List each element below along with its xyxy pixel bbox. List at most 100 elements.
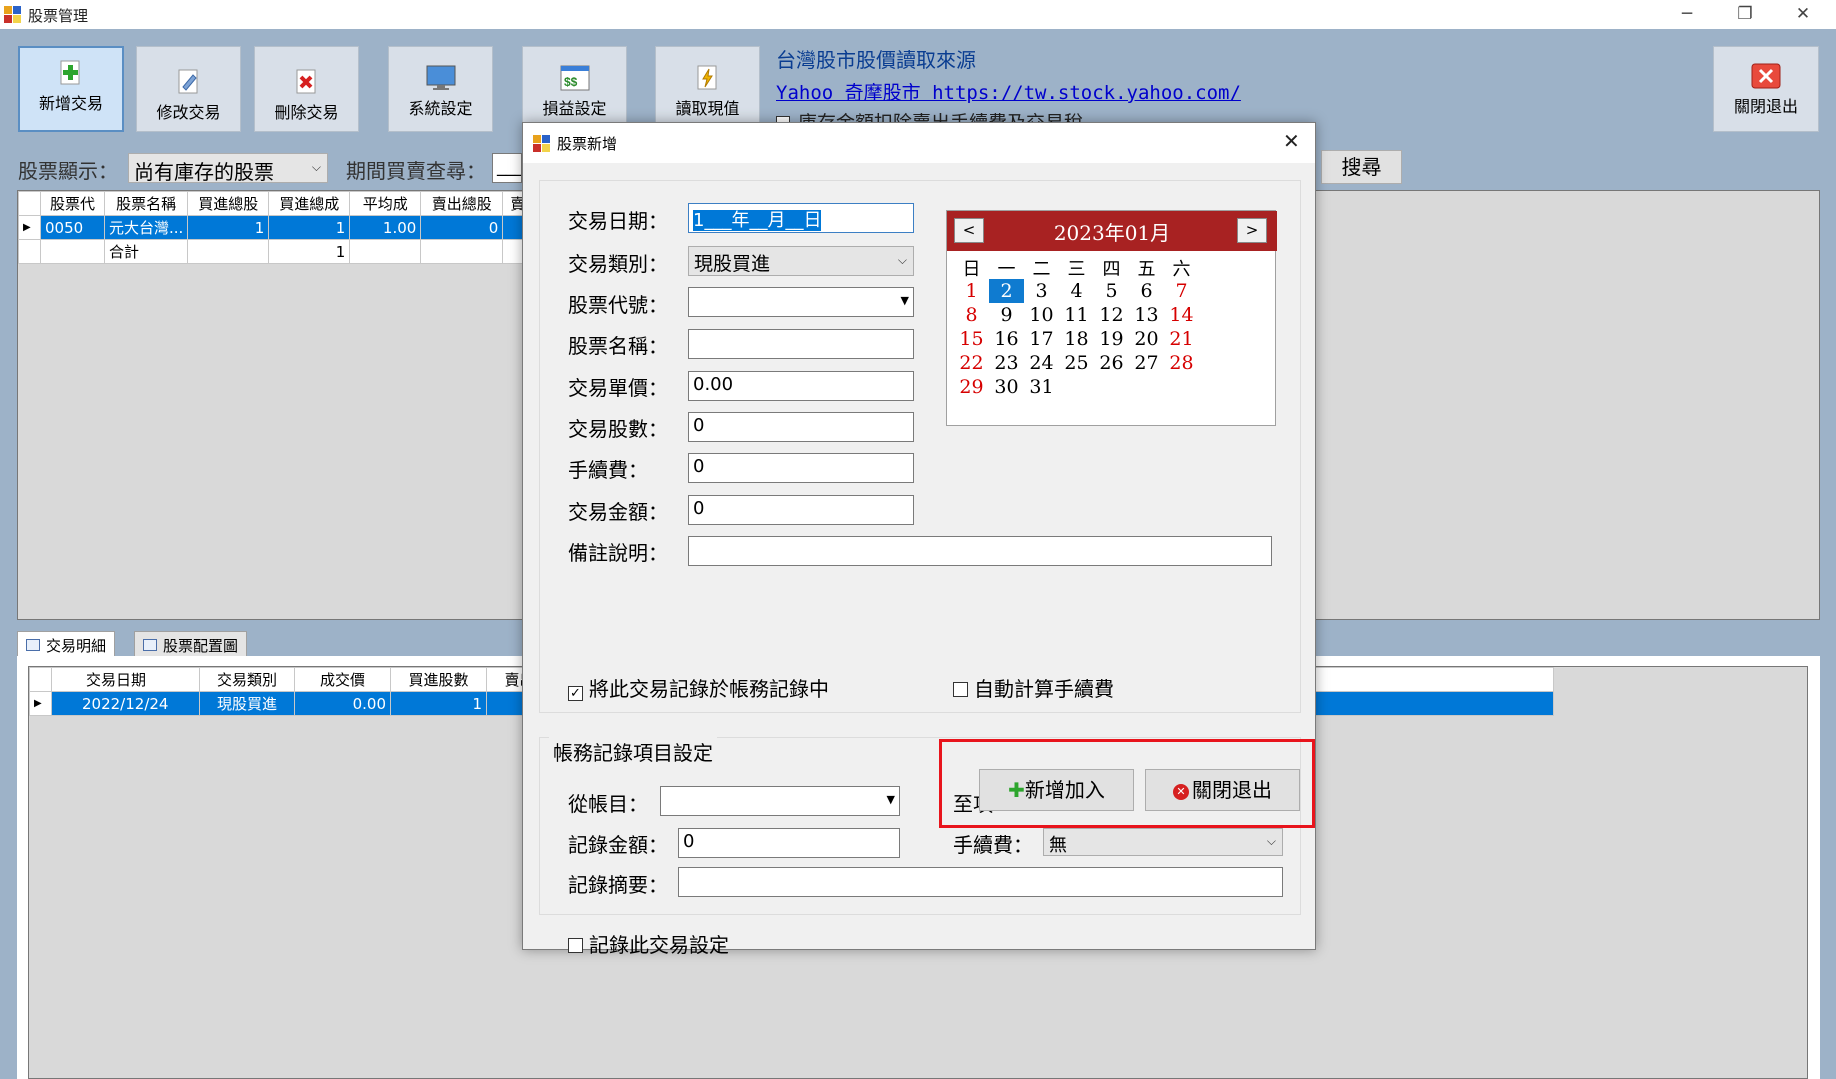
- stock-code-combo[interactable]: ▼: [688, 287, 914, 317]
- calendar-day[interactable]: 28: [1164, 351, 1199, 375]
- table-icon: [26, 639, 40, 651]
- calendar-day[interactable]: 3: [1024, 279, 1059, 303]
- tab-stock-allocation[interactable]: 股票配置圖: [134, 631, 248, 657]
- minimize-button[interactable]: ─: [1664, 0, 1710, 29]
- restore-button[interactable]: ❐: [1722, 0, 1768, 29]
- lightning-icon: [695, 65, 721, 91]
- record-to-ledger-checkbox[interactable]: ✓ 將此交易記錄於帳務記錄中: [568, 673, 829, 702]
- month-calendar[interactable]: < 2023年01月 > 日一二三四五六 1 2 3 4 5 6 7 8 9 10 11 12 13 14…: [946, 210, 1277, 426]
- deduct-fee-checkbox[interactable]: 庫存金額扣除賣出手續費及交易稅: [776, 108, 1520, 122]
- table-row-total[interactable]: 合計 1: [18, 239, 534, 264]
- pnl-settings-button[interactable]: $$ 損益設定: [522, 46, 627, 132]
- unit-price-input[interactable]: 0.00: [688, 371, 914, 401]
- ledger-fee-select[interactable]: 無 ⌵: [1043, 828, 1283, 856]
- trade-amount-input[interactable]: 0: [688, 495, 914, 525]
- calendar-day[interactable]: 30: [989, 375, 1024, 399]
- calendar-day[interactable]: 4: [1059, 279, 1094, 303]
- column-header[interactable]: 股票名稱: [103, 191, 189, 216]
- calendar-day[interactable]: 12: [1094, 303, 1129, 327]
- checkbox-checked-icon[interactable]: ✓: [568, 686, 583, 701]
- column-header[interactable]: 交易日期: [51, 667, 200, 692]
- calendar-weekday: 二: [1032, 259, 1051, 280]
- period-start-input[interactable]: ___: [492, 153, 522, 183]
- calendar-day[interactable]: 2: [989, 279, 1024, 303]
- column-header[interactable]: 買進總股: [187, 191, 270, 216]
- fee-input[interactable]: 0: [688, 453, 914, 483]
- tab-transaction-detail[interactable]: 交易明細: [17, 631, 116, 657]
- calendar-day[interactable]: 23: [989, 351, 1024, 375]
- calendar-day[interactable]: 29: [954, 375, 989, 399]
- calendar-day[interactable]: 11: [1059, 303, 1094, 327]
- yahoo-link[interactable]: Yahoo 奇摩股市 https://tw.stock.yahoo.com/: [776, 78, 1241, 105]
- edit-icon: [176, 69, 202, 95]
- close-exit-icon: [1751, 63, 1781, 89]
- calendar-day[interactable]: 9: [989, 303, 1024, 327]
- calendar-day[interactable]: 1: [954, 279, 989, 303]
- calendar-day[interactable]: 13: [1129, 303, 1164, 327]
- dialog-close-button[interactable]: ✕: [1283, 129, 1300, 153]
- search-button[interactable]: 搜尋: [1321, 150, 1402, 184]
- column-header[interactable]: 買進股數: [390, 667, 487, 692]
- checkbox-icon[interactable]: [568, 938, 583, 953]
- calendar-day[interactable]: 20: [1129, 327, 1164, 351]
- shares-input[interactable]: 0: [688, 412, 914, 442]
- calendar-day[interactable]: 8: [954, 303, 989, 327]
- calendar-header: < 2023年01月 >: [947, 211, 1277, 251]
- calendar-day[interactable]: 26: [1094, 351, 1129, 375]
- note-label: 備註說明：: [568, 541, 668, 565]
- calendar-day[interactable]: 14: [1164, 303, 1199, 327]
- window-close-button[interactable]: ✕: [1780, 0, 1826, 29]
- calendar-day[interactable]: 15: [954, 327, 989, 351]
- trade-type-label: 交易類別：: [568, 252, 668, 276]
- calendar-prev-button[interactable]: <: [954, 218, 984, 243]
- edit-trade-button[interactable]: 修改交易: [136, 46, 241, 132]
- column-header[interactable]: 買進總成: [268, 191, 351, 216]
- window-title: 股票管理: [28, 7, 89, 25]
- stock-name-label: 股票名稱：: [568, 334, 668, 358]
- calendar-day[interactable]: 18: [1059, 327, 1094, 351]
- column-header[interactable]: 股票代: [40, 191, 105, 216]
- save-setting-checkbox[interactable]: 記錄此交易設定: [568, 929, 729, 958]
- calendar-day[interactable]: 6: [1129, 279, 1164, 303]
- calendar-day[interactable]: 5: [1094, 279, 1129, 303]
- calendar-day[interactable]: 17: [1024, 327, 1059, 351]
- calendar-day[interactable]: 31: [1024, 375, 1059, 399]
- record-amount-input[interactable]: 0: [678, 828, 900, 858]
- delete-trade-button[interactable]: 刪除交易: [254, 46, 359, 132]
- auto-fee-checkbox[interactable]: 自動計算手續費: [953, 673, 1114, 702]
- stock-code-label: 股票代號：: [568, 293, 668, 317]
- calendar-day[interactable]: 10: [1024, 303, 1059, 327]
- calendar-day[interactable]: 16: [989, 327, 1024, 351]
- dropdown-arrow-icon[interactable]: ▼: [901, 294, 909, 307]
- window-titlebar: 股票管理 ─ ❐ ✕: [0, 0, 1836, 29]
- note-input[interactable]: [688, 536, 1272, 566]
- column-header[interactable]: 成交價: [294, 667, 391, 692]
- column-header[interactable]: 賣出總股: [420, 191, 504, 216]
- from-account-combo[interactable]: ▼: [660, 786, 900, 816]
- close-exit-button[interactable]: 關閉退出: [1713, 46, 1819, 132]
- read-price-button[interactable]: 讀取現值: [655, 46, 760, 132]
- column-header[interactable]: 平均成: [349, 191, 422, 216]
- dropdown-arrow-icon[interactable]: ▼: [887, 793, 895, 806]
- trade-date-input[interactable]: 1___年__月__日: [688, 203, 914, 233]
- calendar-next-button[interactable]: >: [1237, 218, 1267, 243]
- stock-name-input[interactable]: [688, 329, 914, 359]
- system-settings-button[interactable]: 系統設定: [388, 46, 493, 132]
- calendar-day[interactable]: 22: [954, 351, 989, 375]
- calendar-day[interactable]: 25: [1059, 351, 1094, 375]
- table-row[interactable]: ▶ 0050 元大台灣... 1 1 1.00 0: [18, 215, 534, 240]
- unit-price-label: 交易單價：: [568, 376, 668, 400]
- stock-display-select[interactable]: 尚有庫存的股票 ⌵: [128, 153, 328, 184]
- delete-icon: [294, 69, 320, 95]
- add-trade-button[interactable]: 新增交易: [18, 46, 124, 132]
- ledger-group-title: 帳務記錄項目設定: [549, 737, 717, 766]
- calendar-day[interactable]: 27: [1129, 351, 1164, 375]
- record-summary-input[interactable]: [678, 867, 1283, 897]
- column-header[interactable]: 交易類別: [199, 667, 295, 692]
- checkbox-icon[interactable]: [953, 682, 968, 697]
- calendar-day[interactable]: 21: [1164, 327, 1199, 351]
- calendar-day[interactable]: 7: [1164, 279, 1199, 303]
- calendar-day[interactable]: 19: [1094, 327, 1129, 351]
- calendar-day[interactable]: 24: [1024, 351, 1059, 375]
- trade-type-select[interactable]: 現股買進 ⌵: [688, 246, 914, 276]
